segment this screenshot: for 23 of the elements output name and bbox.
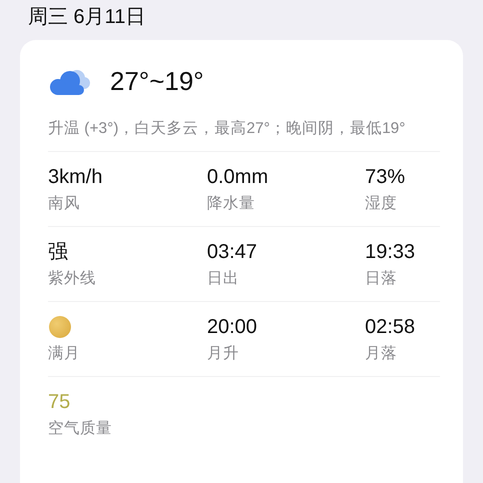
label-text: 湿度 — [365, 194, 397, 214]
value-text: 0.0mm — [207, 165, 268, 190]
label-text: 紫外线 — [48, 269, 96, 289]
temperature-range: 27°~19° — [110, 66, 204, 97]
label-text: 降水量 — [207, 194, 255, 214]
label-text: 月升 — [207, 344, 239, 364]
label-text: 南风 — [48, 194, 80, 214]
label-text: 空气质量 — [48, 419, 112, 439]
value-text: 20:00 — [207, 315, 258, 340]
date-heading: 周三 6月11日 — [28, 5, 146, 30]
forecast-description: 升温 (+3°)，白天多云，最高27°；晚间阴，最低19° — [48, 119, 406, 139]
moon-icon — [49, 316, 71, 338]
value-text: 强 — [48, 240, 68, 265]
label-text: 月落 — [365, 344, 397, 364]
label-text: 满月 — [48, 344, 80, 364]
value-text: 75 — [48, 390, 70, 415]
value-text: 02:58 — [365, 315, 416, 340]
value-text: 19:33 — [365, 240, 416, 265]
value-text: 73% — [365, 165, 406, 190]
value-text: 3km/h — [48, 165, 102, 190]
label-text: 日落 — [365, 269, 397, 289]
label-text: 日出 — [207, 269, 239, 289]
value-text: 03:47 — [207, 240, 258, 265]
